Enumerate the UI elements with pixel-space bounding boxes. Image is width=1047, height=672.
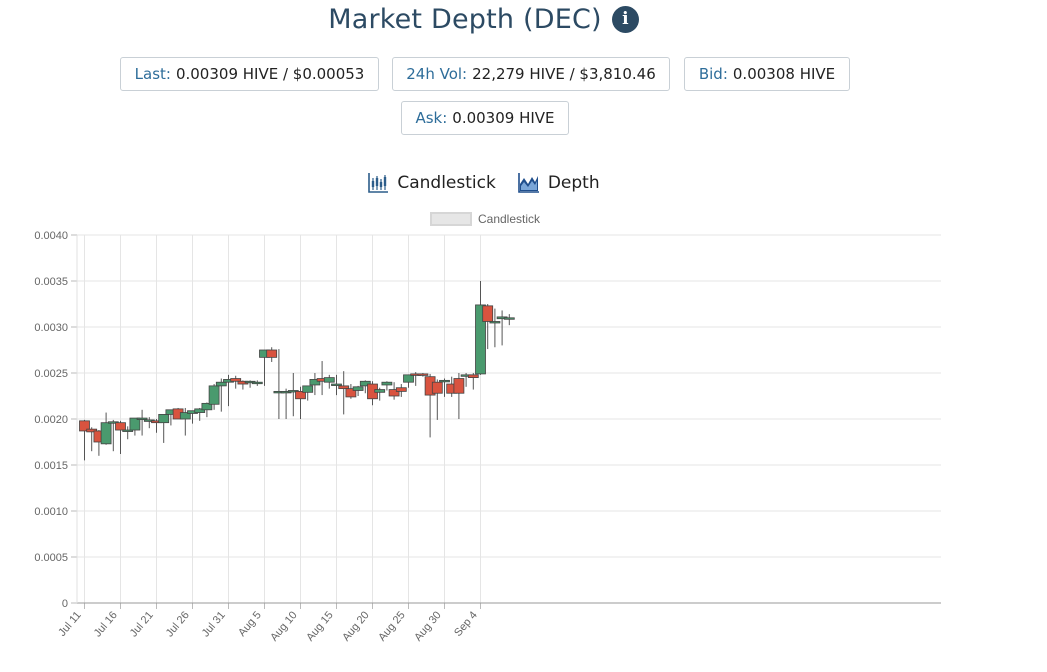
stat-bid-label: Bid:	[698, 65, 728, 83]
x-tick-label: Jul 31	[200, 609, 228, 639]
x-tick-label: Jul 16	[92, 609, 120, 639]
candle-body-down	[266, 349, 278, 358]
stat-24h-volume: 24h Vol: 22,279 HIVE / $3,810.46	[392, 57, 670, 91]
x-tick-label: Jul 21	[128, 609, 156, 639]
candlestick-chart-icon	[368, 173, 389, 193]
y-tick-label: 0.0015	[34, 460, 68, 472]
candle-body-up	[302, 385, 314, 393]
candle-body-up	[331, 383, 342, 386]
candlestick-mode-button[interactable]: Candlestick	[367, 172, 496, 194]
candle-body-down	[230, 378, 242, 382]
candlestick-chart: 0 0.0005 0.0010 0.0015 0.0020 0.0025 0.0030 0.0…	[34, 230, 941, 644]
candle-body-down	[338, 385, 350, 390]
candle-body-down	[467, 374, 479, 378]
depth-mode-label: Depth	[547, 173, 600, 193]
candle-body-up	[489, 321, 501, 324]
x-tick-label: Jul 26	[164, 609, 192, 639]
candle-body-up	[503, 317, 515, 320]
x-tick-label: Aug 5	[236, 609, 264, 639]
stat-ask-value: 0.00309 HIVE	[452, 109, 555, 127]
stat-last: Last: 0.00309 HIVE / $0.00053	[120, 57, 379, 91]
stat-ask-label: Ask:	[415, 109, 448, 127]
y-tick-label: 0.0035	[34, 276, 68, 288]
candle-body-up	[374, 389, 386, 393]
y-tick-label: 0.0030	[34, 322, 68, 334]
candle-body-up	[251, 381, 263, 385]
area-chart-icon	[518, 173, 539, 193]
chart-mode-switcher: Candlestick Depth	[0, 168, 967, 198]
x-tick-label: Jul 11	[56, 609, 84, 639]
candle-body-down	[115, 422, 126, 431]
candle-body-up	[352, 386, 364, 391]
x-tick-label: Aug 30	[412, 609, 444, 643]
candle-body-down	[453, 378, 465, 394]
candle-body-up	[323, 377, 335, 383]
stat-ask: Ask: 0.00309 HIVE	[401, 101, 569, 135]
y-tick-label: 0.0005	[34, 552, 68, 564]
y-tick-label: 0.0010	[34, 506, 68, 518]
candle-body-up	[215, 381, 227, 387]
y-tick-label: 0	[62, 598, 68, 610]
candle-body-up	[208, 385, 220, 405]
stat-last-value: 0.00309 HIVE / $0.00053	[175, 65, 365, 83]
x-tick-label: Aug 20	[340, 609, 372, 643]
page-title: Market Depth (DEC)	[328, 3, 602, 35]
stat-vol-value: 22,279 HIVE / $3,810.46	[472, 65, 656, 83]
candle-body-up	[136, 417, 148, 420]
y-tick-label: 0.0020	[34, 414, 68, 426]
y-tick-label: 0.0040	[34, 230, 68, 242]
legend-swatch	[429, 212, 472, 226]
stat-vol-label: 24h Vol:	[406, 65, 468, 83]
x-tick-label: Aug 15	[304, 609, 336, 643]
candle-body-up	[100, 422, 112, 445]
candle-body-up	[158, 413, 170, 424]
title-row: Market Depth (DEC) i	[0, 0, 967, 38]
info-circle-icon[interactable]: i	[611, 5, 639, 33]
stat-bid: Bid: 0.00308 HIVE	[684, 57, 850, 91]
x-tick-label: Sep 4	[452, 609, 480, 639]
candle-body-down	[395, 387, 407, 392]
legend-label: Candlestick	[477, 212, 541, 226]
x-tick-label: Aug 25	[376, 609, 408, 643]
candle-body-down	[417, 373, 429, 376]
candlestick-mode-label: Candlestick	[397, 173, 496, 193]
x-tick-label: Aug 10	[268, 609, 300, 643]
candle-body-down	[431, 381, 443, 394]
candle-body-up	[403, 374, 414, 383]
candle-body-up	[381, 381, 393, 386]
stat-last-label: Last:	[134, 65, 171, 83]
candle-body-up	[439, 379, 450, 383]
depth-mode-button[interactable]: Depth	[518, 172, 600, 194]
candle-body-down	[482, 305, 494, 322]
stat-bid-value: 0.00308 HIVE	[732, 65, 836, 83]
y-tick-label: 0.0025	[34, 368, 68, 380]
